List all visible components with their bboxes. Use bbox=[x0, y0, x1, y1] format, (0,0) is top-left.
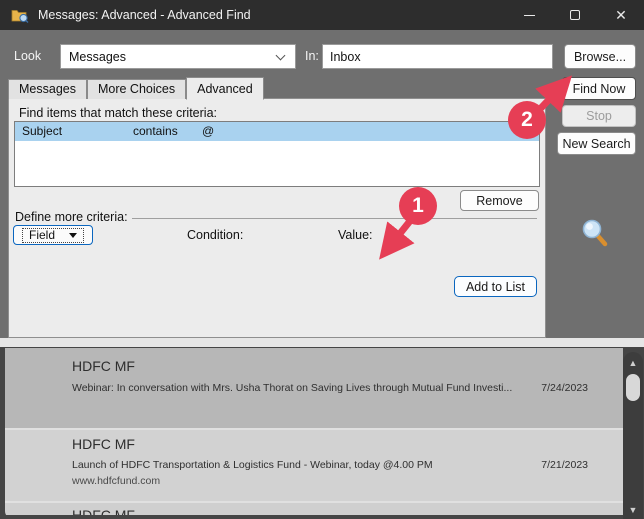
add-to-list-button[interactable]: Add to List bbox=[454, 276, 537, 297]
titlebar: Messages: Advanced - Advanced Find ✕ bbox=[0, 0, 644, 30]
window-title: Messages: Advanced - Advanced Find bbox=[38, 8, 251, 22]
value-label: Value: bbox=[338, 228, 373, 242]
close-button[interactable]: ✕ bbox=[598, 0, 644, 30]
condition-label: Condition: bbox=[187, 228, 244, 242]
annotation-circle-2: 2 bbox=[508, 101, 546, 139]
field-button-label: Field bbox=[28, 228, 55, 242]
tab-more-choices[interactable]: More Choices bbox=[86, 79, 187, 99]
tab-strip: Messages More Choices Advanced bbox=[8, 77, 264, 100]
mail-sender: HDFC MF bbox=[72, 358, 135, 374]
mail-subject: Webinar: In conversation with Mrs. Usha … bbox=[72, 382, 512, 394]
advanced-tab-page: Find items that match these criteria: Su… bbox=[8, 98, 546, 338]
magnifier-icon bbox=[582, 219, 608, 247]
stop-button: Stop bbox=[562, 105, 636, 127]
tab-advanced[interactable]: Advanced bbox=[186, 77, 264, 100]
scrollbar-thumb[interactable] bbox=[626, 374, 640, 401]
mail-date: 7/21/2023 bbox=[541, 459, 588, 471]
mail-subject: Launch of HDFC Transportation & Logistic… bbox=[72, 459, 433, 471]
mail-list-item[interactable]: HDFC MF bbox=[5, 503, 623, 515]
scroll-up-icon[interactable]: ▲ bbox=[623, 358, 643, 368]
look-dropdown-value: Messages bbox=[69, 49, 126, 64]
dialog-bottom-edge bbox=[0, 338, 644, 347]
results-scrollbar[interactable]: ▲ ▼ bbox=[623, 352, 643, 519]
scroll-down-icon[interactable]: ▼ bbox=[623, 505, 643, 515]
dropdown-triangle-icon bbox=[69, 232, 77, 238]
mail-date: 7/24/2023 bbox=[541, 382, 588, 394]
remove-button[interactable]: Remove bbox=[460, 190, 539, 211]
mail-list-item[interactable]: HDFC MF Webinar: In conversation with Mr… bbox=[5, 348, 623, 430]
maximize-button[interactable] bbox=[552, 0, 598, 30]
advanced-find-window: Messages: Advanced - Advanced Find ✕ Loo… bbox=[0, 0, 644, 519]
criteria-listbox[interactable]: Subject contains @ bbox=[14, 121, 540, 187]
browse-button[interactable]: Browse... bbox=[564, 44, 636, 69]
mail-sender: HDFC MF bbox=[72, 507, 135, 515]
criteria-condition: contains bbox=[133, 124, 178, 138]
in-label: In: bbox=[305, 49, 319, 63]
criteria-value: @ bbox=[202, 124, 215, 138]
criteria-field: Subject bbox=[22, 124, 63, 138]
minimize-button[interactable] bbox=[506, 0, 552, 30]
minimize-icon bbox=[523, 14, 535, 16]
mail-list-item[interactable]: HDFC MF Launch of HDFC Transportation & … bbox=[5, 430, 623, 503]
group-divider bbox=[121, 218, 537, 219]
look-label: Look bbox=[14, 49, 42, 63]
find-folder-icon bbox=[11, 9, 29, 23]
find-now-button[interactable]: Find Now bbox=[562, 77, 636, 100]
results-list: HDFC MF Webinar: In conversation with Mr… bbox=[5, 348, 623, 519]
in-input[interactable] bbox=[322, 44, 553, 69]
criteria-caption: Find items that match these criteria: bbox=[19, 106, 217, 120]
mail-preview: www.hdfcfund.com bbox=[72, 475, 161, 487]
look-dropdown[interactable]: Messages bbox=[60, 44, 296, 69]
tab-messages[interactable]: Messages bbox=[8, 79, 87, 99]
field-menu-button[interactable]: Field bbox=[13, 225, 93, 245]
define-criteria-caption: Define more criteria: bbox=[15, 210, 132, 224]
close-icon: ✕ bbox=[615, 7, 627, 23]
new-search-button[interactable]: New Search bbox=[557, 132, 636, 155]
mail-sender: HDFC MF bbox=[72, 436, 135, 452]
maximize-icon bbox=[570, 10, 580, 20]
criteria-row-selected[interactable]: Subject contains @ bbox=[15, 122, 539, 141]
search-results-pane: HDFC MF Webinar: In conversation with Mr… bbox=[0, 347, 644, 519]
annotation-circle-1: 1 bbox=[399, 187, 437, 225]
chevron-down-icon bbox=[275, 50, 286, 60]
